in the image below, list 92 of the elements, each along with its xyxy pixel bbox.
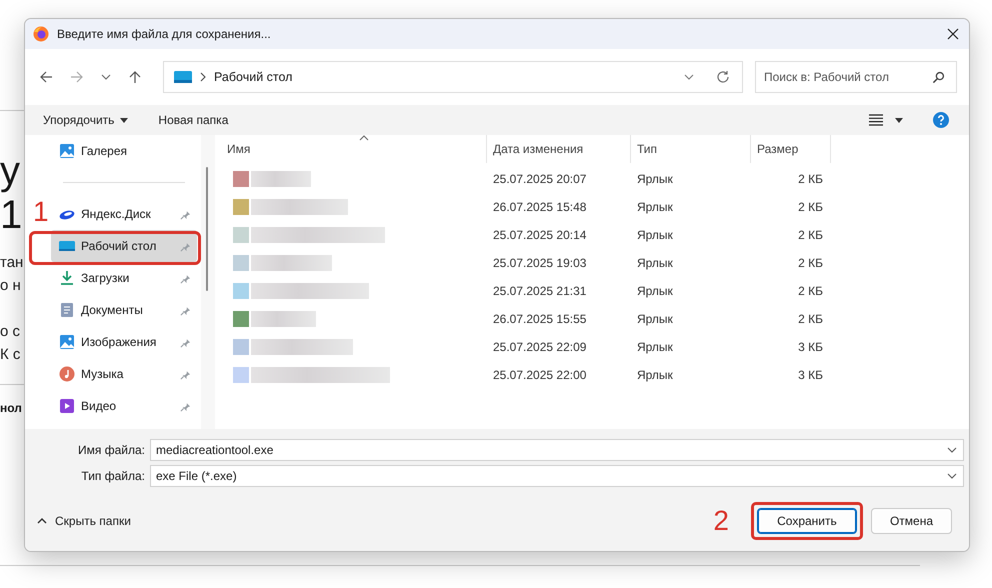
table-cell-text: Ярлык <box>636 172 674 186</box>
pin-icon[interactable] <box>180 208 191 220</box>
table-cell-text: 26.07.2025 15:48 <box>492 200 588 214</box>
text-fragment: о с <box>0 322 20 342</box>
pin-icon[interactable] <box>180 304 191 316</box>
text-fragment: тан <box>0 253 24 273</box>
table-cell-text: Ярлык <box>636 228 674 242</box>
desktop-icon <box>174 70 192 84</box>
table-cell-text: Ярлык <box>636 284 674 298</box>
table-cell-text: 25.07.2025 21:31 <box>492 284 588 298</box>
sort-caret-icon <box>359 135 369 141</box>
table-cell-text: 25.07.2025 22:09 <box>492 340 588 354</box>
heading-fragment: у <box>0 149 20 193</box>
text-fragment: нол <box>0 401 22 415</box>
chevron-down-icon[interactable] <box>947 447 957 453</box>
column-header[interactable]: Имя <box>221 135 487 163</box>
search-icon <box>932 71 945 84</box>
new-folder-button[interactable]: Новая папка <box>150 110 236 130</box>
table-cell-text: Ярлык <box>636 312 674 326</box>
refresh-icon[interactable] <box>716 70 730 84</box>
field-label: Имя файла: <box>77 443 146 457</box>
chevron-down-icon[interactable] <box>684 74 694 80</box>
close-icon[interactable] <box>947 28 959 40</box>
up-arrow-icon[interactable] <box>128 70 142 84</box>
dropdown-arrow-icon <box>120 118 128 122</box>
text-fragment: о н <box>0 276 21 296</box>
table-cell-text: 25.07.2025 22:00 <box>492 368 588 382</box>
picture-icon <box>59 143 75 159</box>
video-icon <box>59 398 75 414</box>
table-cell-text: 3 КБ <box>797 340 824 354</box>
table-cell-text: 2 КБ <box>797 200 824 214</box>
address-bar[interactable]: Рабочий стол <box>163 61 743 93</box>
picture-icon <box>59 334 75 350</box>
cancel-button[interactable]: Отмена <box>870 508 952 534</box>
sidebar-item[interactable]: Видео <box>51 390 197 422</box>
annotation-number: 2 <box>713 506 729 536</box>
blurred-file-name <box>251 171 311 187</box>
back-arrow-icon[interactable] <box>39 70 53 84</box>
document-icon <box>59 302 75 318</box>
table-cell-text: Ярлык <box>636 256 674 270</box>
organize-menu[interactable]: Упорядочить <box>35 110 136 130</box>
pin-icon[interactable] <box>180 368 191 380</box>
heading-fragment: 1 <box>0 193 22 237</box>
dropdown-arrow-icon[interactable] <box>895 118 903 122</box>
table-cell-text: 2 КБ <box>797 256 824 270</box>
music-note-icon <box>59 366 75 382</box>
window-title: Введите имя файла для сохранения... <box>57 27 271 41</box>
sidebar-item[interactable]: Документы <box>51 294 197 326</box>
address-path[interactable]: Рабочий стол <box>214 70 292 84</box>
browser-logo-icon <box>33 26 49 42</box>
column-header[interactable]: Тип <box>631 135 751 163</box>
table-cell-text: Ярлык <box>636 340 674 354</box>
help-icon[interactable] <box>933 112 949 128</box>
sidebar-item[interactable]: Галерея <box>51 135 197 167</box>
table-cell-text: 3 КБ <box>797 368 824 382</box>
pin-icon[interactable] <box>180 272 191 284</box>
text-fragment: К с <box>0 345 20 365</box>
table-cell-text: 2 КБ <box>797 172 824 186</box>
forward-arrow-icon[interactable] <box>70 70 84 84</box>
table-cell-text: 25.07.2025 20:07 <box>492 172 588 186</box>
download-icon <box>59 270 75 286</box>
sidebar-item[interactable]: Яндекс.Диск <box>51 198 197 230</box>
pin-icon[interactable] <box>180 400 191 412</box>
chevron-down-icon[interactable] <box>947 473 957 479</box>
search-field[interactable]: Поиск в: Рабочий стол <box>755 61 957 93</box>
file-type-dropdown[interactable]: exe File (*.exe) <box>150 465 964 487</box>
blurred-file-name <box>251 311 316 327</box>
sidebar-item[interactable]: Рабочий стол <box>51 230 197 262</box>
sidebar-item[interactable]: Изображения <box>51 326 197 358</box>
column-header[interactable]: Дата изменения <box>487 135 631 163</box>
table-cell-text: Ярлык <box>636 368 674 382</box>
filename-field[interactable]: mediacreationtool.exe <box>150 439 964 461</box>
table-cell-text: 25.07.2025 19:03 <box>492 256 588 270</box>
chevron-up-icon <box>37 518 47 524</box>
annotation-number: 1 <box>33 197 49 227</box>
sidebar-item[interactable]: Музыка <box>51 358 197 390</box>
pin-icon[interactable] <box>180 336 191 348</box>
table-cell-text: Ярлык <box>636 200 674 214</box>
chevron-right-icon <box>200 72 206 82</box>
chevron-down-icon[interactable] <box>101 74 111 80</box>
table-cell-text: 26.07.2025 15:55 <box>492 312 588 326</box>
view-options-icon[interactable] <box>869 114 883 126</box>
table-cell-text: 2 КБ <box>797 312 824 326</box>
table-cell-text: 2 КБ <box>797 284 824 298</box>
column-header[interactable]: Размер <box>751 135 831 163</box>
table-cell-text: 25.07.2025 20:14 <box>492 228 588 242</box>
sidebar-item[interactable]: Загрузки <box>51 262 197 294</box>
save-button[interactable]: Сохранить <box>756 508 857 534</box>
hide-folders-button[interactable]: Скрыть папки <box>35 512 133 530</box>
field-label: Тип файла: <box>80 469 146 483</box>
table-cell-text: 2 КБ <box>797 228 824 242</box>
desktop-icon <box>59 238 75 254</box>
